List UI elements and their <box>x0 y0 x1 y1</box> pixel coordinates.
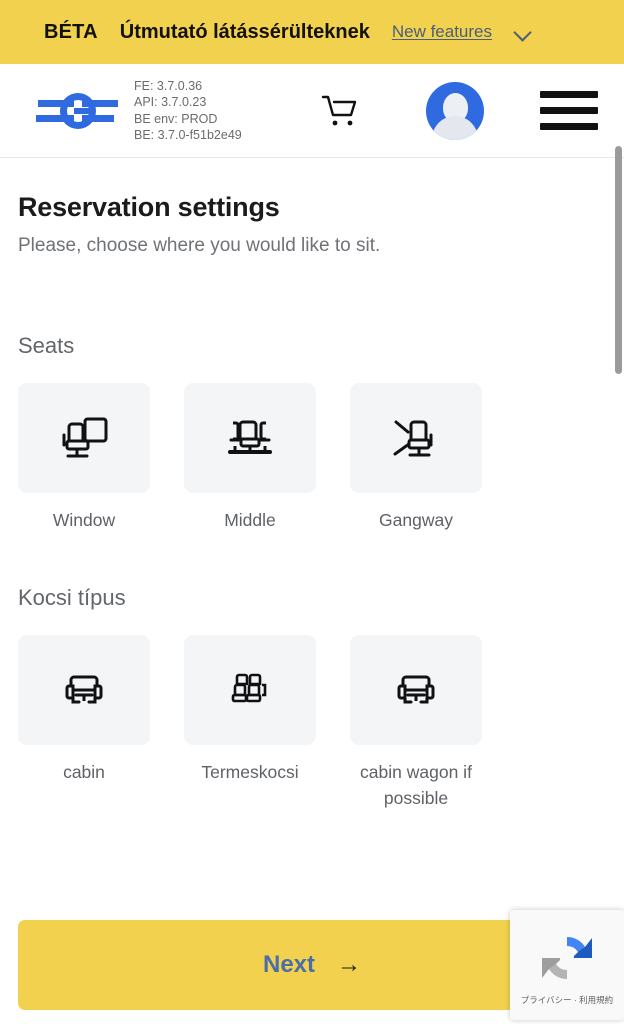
seat-option-middle-card[interactable] <box>184 383 316 493</box>
seats-section: Seats Window Middle Gangway <box>18 333 606 533</box>
wagon-type-section-title: Kocsi típus <box>18 585 126 610</box>
seat-option-gangway[interactable]: Gangway <box>350 383 482 533</box>
wagon-type-section: Kocsi típus cabin Termeskocsi cabin wago… <box>18 585 606 811</box>
main-content: Reservation settings Please, choose wher… <box>0 158 624 811</box>
version-fe: FE: 3.7.0.36 <box>134 78 203 93</box>
wagon-option-row: cabin Termeskocsi cabin wagon if possibl… <box>18 635 606 811</box>
wagon-option-cabin-if-possible[interactable]: cabin wagon if possible <box>350 635 482 811</box>
version-be: BE: 3.7.0-f51b2e49 <box>134 128 242 142</box>
new-features-link[interactable]: New features <box>392 22 492 42</box>
accessibility-guide-label: Útmutató látássérülteknek <box>119 20 370 43</box>
hamburger-bar-2 <box>540 107 598 114</box>
hamburger-bar-3 <box>540 123 598 130</box>
page-scrollbar[interactable] <box>612 64 624 1024</box>
app-screen: BÉTA Útmutató látássérülteknek New featu… <box>0 0 624 1024</box>
wagon-option-cabin-label: cabin <box>63 762 105 782</box>
version-info: FE: 3.7.0.36 API: 3.7.0.23 BE env: PROD … <box>134 78 242 144</box>
recaptcha-terms-text[interactable]: プライバシー · 利用規約 <box>521 994 613 1006</box>
wagon-option-cabin-if-possible-card[interactable] <box>350 635 482 745</box>
seat-option-middle[interactable]: Middle <box>184 383 316 533</box>
seat-option-middle-label: Middle <box>224 510 276 530</box>
beta-tag: BÉTA <box>44 20 98 43</box>
wagon-option-cabin[interactable]: cabin <box>18 635 150 811</box>
seat-option-gangway-card[interactable] <box>350 383 482 493</box>
version-be-env: BE env: PROD <box>134 111 218 126</box>
recaptcha-logo-icon <box>542 936 592 979</box>
recaptcha-badge[interactable]: プライバシー · 利用規約 <box>510 910 624 1020</box>
hamburger-menu-icon[interactable] <box>540 91 598 130</box>
site-header: FE: 3.7.0.36 API: 3.7.0.23 BE env: PROD … <box>0 64 624 158</box>
seat-window-icon <box>62 417 108 458</box>
next-button-label: Next <box>262 951 316 978</box>
hamburger-bar-1 <box>540 91 598 98</box>
scrollbar-thumb[interactable] <box>615 146 622 374</box>
seat-option-window-card[interactable] <box>18 383 150 493</box>
wagon-option-cabin-card[interactable] <box>18 635 150 745</box>
seat-gangway-icon <box>393 420 433 457</box>
cabin-compartment-icon <box>397 675 435 704</box>
version-api: API: 3.7.0.23 <box>134 95 207 109</box>
page-subtitle: Please, choose where you would like to s… <box>18 235 381 256</box>
wagon-option-cabin-if-possible-label: cabin wagon if possible <box>360 762 472 808</box>
seat-option-window[interactable]: Window <box>18 383 150 533</box>
wagon-option-termeskocsi[interactable]: Termeskocsi <box>184 635 316 811</box>
beta-banner: BÉTA Útmutató látássérülteknek New featu… <box>0 0 624 64</box>
seats-section-title: Seats <box>18 333 75 358</box>
shopping-cart-icon[interactable] <box>320 91 360 131</box>
chevron-down-icon[interactable] <box>514 23 532 41</box>
wagon-option-termeskocsi-card[interactable] <box>184 635 316 745</box>
seat-option-window-label: Window <box>52 510 116 530</box>
arrow-right-icon: → <box>337 951 362 978</box>
mav-logo-icon[interactable] <box>34 87 122 135</box>
user-avatar-icon[interactable] <box>426 81 484 140</box>
open-saloon-seats-icon <box>231 673 267 703</box>
avatar-body <box>432 115 478 140</box>
page-title: Reservation settings <box>18 192 280 222</box>
wagon-option-termeskocsi-label: Termeskocsi <box>201 762 299 782</box>
cabin-compartment-icon <box>65 675 103 704</box>
seat-middle-icon <box>228 420 272 454</box>
seats-option-row: Window Middle Gangway <box>18 383 606 533</box>
seat-option-gangway-label: Gangway <box>379 510 453 530</box>
